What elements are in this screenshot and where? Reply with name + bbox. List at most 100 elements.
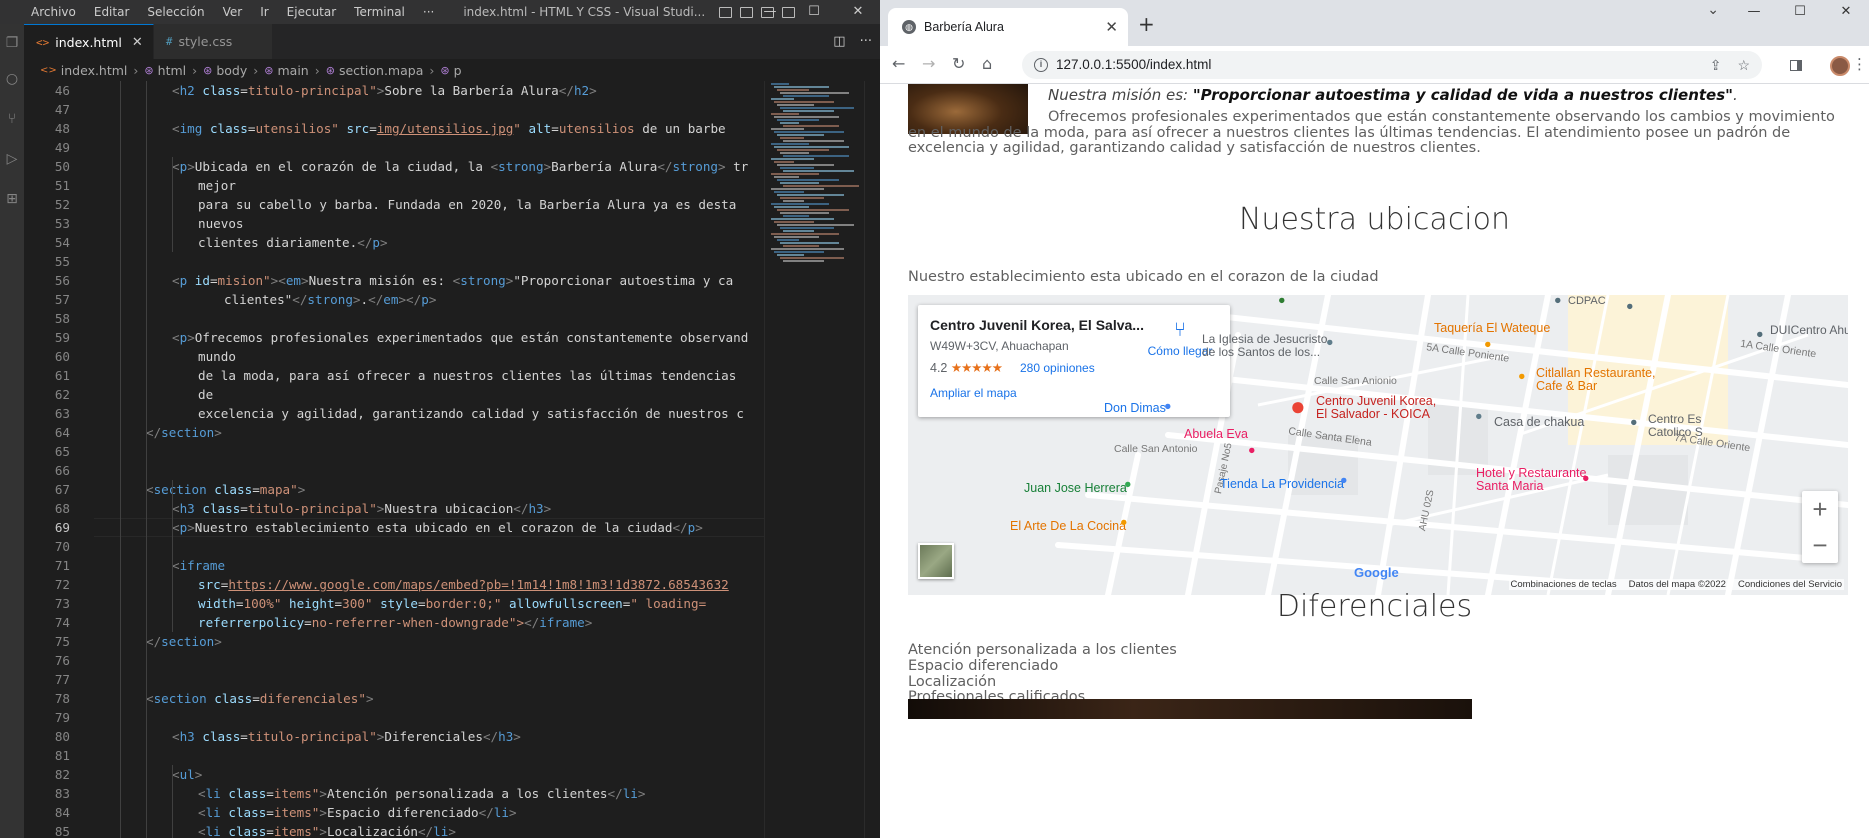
line-number: 65: [54, 444, 70, 459]
marker-label[interactable]: Centro Juvenil Korea, El Salvador - KOICA: [1316, 395, 1436, 421]
poi-label[interactable]: Abuela Eva: [1184, 427, 1248, 441]
side-panel-icon[interactable]: [1790, 60, 1802, 71]
minimap-line: [771, 83, 789, 85]
info-icon[interactable]: i: [1034, 58, 1048, 72]
forward-icon[interactable]: →: [922, 54, 935, 73]
restaurant-icon: ●: [1518, 369, 1526, 383]
google-map-embed[interactable]: Centro Juvenil Korea, El Salva... W49W+3…: [908, 295, 1848, 595]
split-editor-icon[interactable]: ◫: [833, 34, 845, 49]
close-tab-icon[interactable]: ✕: [1105, 18, 1118, 36]
google-logo: Google: [1354, 565, 1399, 580]
poi-label[interactable]: Don Dimas: [1104, 401, 1166, 415]
minimap-line: [771, 158, 814, 160]
address-bar[interactable]: i 127.0.0.1:5500/index.html ⇪ ☆: [1022, 51, 1762, 79]
window-title: index.html - HTML Y CSS - Visual Studi..…: [463, 5, 706, 19]
search-icon[interactable]: ○: [3, 70, 21, 88]
close-icon[interactable]: ✕: [836, 0, 880, 24]
zoom-out-button[interactable]: −: [1802, 527, 1838, 563]
element-icon: ⊛: [203, 63, 213, 77]
explorer-icon[interactable]: ❐: [3, 34, 21, 52]
code-editor[interactable]: 46 47 48 49 50 51 52 53 54 55 56 57 58 59 60 61 62 63 64 65…: [24, 81, 764, 838]
editor-scrollbar[interactable]: [864, 81, 880, 838]
menu-terminal[interactable]: Terminal: [345, 0, 414, 24]
browser-window-controls: — ☐ ✕: [1731, 0, 1869, 24]
minimap-line: [780, 152, 809, 154]
chevron-right-icon: ›: [192, 62, 198, 78]
line-number: 63: [54, 406, 70, 421]
chrome-menu-icon[interactable]: ⋮: [1852, 55, 1867, 73]
reload-icon[interactable]: ↻: [952, 54, 965, 73]
minimap-line: [777, 119, 819, 121]
poi-label[interactable]: Tienda La Providencia: [1220, 477, 1344, 491]
poi-label[interactable]: Taquería El Wateque: [1434, 321, 1550, 335]
enlarge-map-link[interactable]: Ampliar el mapa: [930, 386, 1017, 400]
menu-archivo[interactable]: Archivo: [22, 0, 85, 24]
poi-label[interactable]: Hotel y Restaurante Santa Maria: [1476, 467, 1586, 493]
close-tab-icon[interactable]: ✕: [132, 35, 143, 50]
back-icon[interactable]: ←: [892, 54, 905, 73]
satellite-toggle[interactable]: [918, 543, 954, 579]
poi-label[interactable]: DUICentro Ahua: [1770, 323, 1848, 337]
menu-editar[interactable]: Editar: [85, 0, 139, 24]
extensions-icon[interactable]: ⊞: [3, 190, 21, 208]
zoom-in-button[interactable]: +: [1802, 491, 1838, 527]
minimap-line: [780, 167, 814, 169]
breadcrumb-item[interactable]: main: [277, 63, 308, 78]
run-debug-icon[interactable]: ▷: [3, 150, 21, 168]
profile-avatar[interactable]: [1830, 56, 1850, 76]
share-icon[interactable]: ⇪: [1710, 51, 1722, 79]
map-pin-icon[interactable]: ●: [1290, 391, 1306, 422]
breadcrumb-item[interactable]: p: [454, 63, 462, 78]
poi-label[interactable]: CDPAC: [1568, 295, 1606, 307]
bookmark-star-icon[interactable]: ☆: [1737, 51, 1750, 79]
poi-label[interactable]: La Iglesia de Jesucristo de los Santos de…: [1202, 333, 1327, 359]
landmark-icon: ●: [1626, 299, 1634, 313]
line-number: 57: [54, 292, 70, 307]
ubicacion-heading: Nuestra ubicacion: [1238, 202, 1511, 237]
minimize-icon[interactable]: —: [748, 0, 792, 24]
new-tab-icon[interactable]: +: [1138, 12, 1155, 36]
minimap-line: [780, 122, 799, 124]
minimize-icon[interactable]: —: [1731, 0, 1777, 24]
poi-label[interactable]: Juan Jose Herrera: [1024, 481, 1127, 495]
minimap-line: [774, 161, 794, 163]
code-line: src=https://www.google.com/maps/embed?pb…: [198, 577, 729, 592]
minimap-line: [783, 140, 844, 142]
minimap-line: [777, 194, 844, 196]
tab-index-html[interactable]: <> index.html ✕: [24, 24, 154, 59]
code-line: referrerpolicy=no-referrer-when-downgrad…: [198, 615, 593, 630]
maximize-icon[interactable]: ☐: [1777, 0, 1823, 24]
menu-ejecutar[interactable]: Ejecutar: [278, 0, 346, 24]
line-number: 70: [54, 539, 70, 554]
more-actions-icon[interactable]: ···: [860, 34, 872, 49]
menu-more[interactable]: ···: [414, 0, 443, 24]
poi-label[interactable]: Citlallan Restaurante, Cafe & Bar: [1536, 367, 1656, 393]
breadcrumb-item[interactable]: html: [158, 63, 186, 78]
tab-search-icon[interactable]: ⌄: [1707, 2, 1719, 18]
minimap[interactable]: [764, 81, 864, 838]
diferenciales-list: Atención personalizada a los clientes Es…: [908, 642, 1177, 706]
menu-ver[interactable]: Ver: [214, 0, 252, 24]
minimap-line: [780, 137, 804, 139]
poi-label[interactable]: El Arte De La Cocina: [1010, 519, 1126, 533]
maximize-icon[interactable]: ☐: [792, 0, 836, 24]
toggle-sidebar-icon[interactable]: [719, 6, 733, 18]
poi-label[interactable]: Casa de chakua: [1494, 415, 1584, 429]
breadcrumb-item[interactable]: index.html: [61, 63, 128, 78]
line-number: 62: [54, 387, 70, 402]
line-number: 75: [54, 634, 70, 649]
breadcrumb-item[interactable]: section.mapa: [339, 63, 423, 78]
breadcrumb-item[interactable]: body: [216, 63, 247, 78]
close-icon[interactable]: ✕: [1823, 0, 1869, 24]
church-icon: ●: [1326, 335, 1334, 349]
menu-ir[interactable]: Ir: [251, 0, 277, 24]
minimap-line: [771, 113, 799, 115]
home-icon[interactable]: ⌂: [982, 54, 992, 73]
indent-guide: [120, 81, 121, 838]
reviews-link[interactable]: 280 opiniones: [1020, 361, 1095, 375]
tab-style-css[interactable]: # style.css: [153, 24, 274, 59]
browser-tab[interactable]: ◍ Barbería Alura ✕: [888, 8, 1128, 46]
menu-seleccion[interactable]: Selección: [138, 0, 213, 24]
code-area[interactable]: <h2 class=titulo-principal">Sobre la Bar…: [94, 81, 764, 838]
source-control-icon[interactable]: ⑂: [3, 110, 21, 128]
